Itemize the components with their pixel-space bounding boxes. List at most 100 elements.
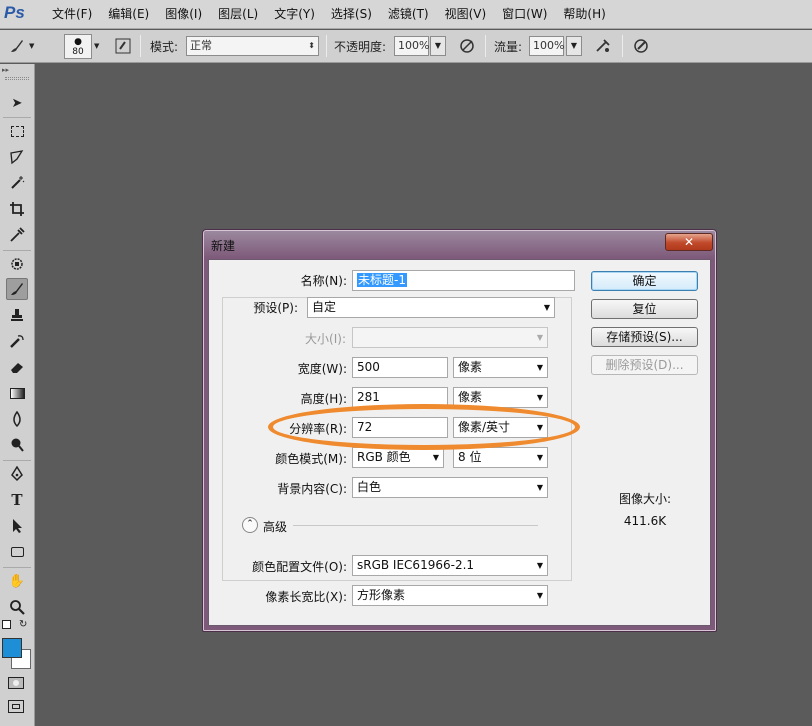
airbrush-icon[interactable]: [594, 37, 612, 55]
color-mode-select[interactable]: RGB 颜色 ▼: [352, 447, 444, 468]
pen-tool-icon[interactable]: [6, 463, 28, 485]
height-label: 高度(H):: [300, 392, 347, 406]
collapse-arrows-icon[interactable]: ▸▸: [2, 66, 9, 74]
width-unit-value: 像素: [458, 360, 483, 374]
color-mode-value: RGB 颜色: [357, 450, 411, 464]
path-selection-tool-icon[interactable]: [6, 515, 28, 537]
ok-button[interactable]: 确定: [591, 271, 698, 291]
dropdown-arrow-icon: ▼: [536, 591, 543, 600]
separator: [3, 567, 31, 568]
lasso-tool-icon[interactable]: [6, 146, 28, 168]
image-size-label: 图像大小:: [618, 492, 672, 506]
toolbox: ▸▸ ➤ T ✋ ↻: [0, 64, 35, 726]
flow-label: 流量:: [494, 40, 523, 54]
grip-icon[interactable]: [5, 77, 29, 80]
menu-item[interactable]: 文字(Y): [266, 0, 323, 29]
width-unit-select[interactable]: 像素 ▼: [453, 357, 548, 378]
history-brush-tool-icon[interactable]: [6, 330, 28, 352]
screen-mode-icon[interactable]: [8, 700, 24, 713]
brush-tool-icon[interactable]: [8, 37, 26, 55]
dropdown-arrow-icon: ▼: [536, 561, 543, 570]
preset-select[interactable]: 自定 ▼: [307, 297, 555, 318]
tool-preset-arrow[interactable]: ▼: [29, 42, 34, 50]
bit-depth-value: 8 位: [458, 450, 482, 464]
separator: [326, 35, 327, 57]
bit-depth-select[interactable]: 8 位 ▼: [453, 447, 548, 468]
spot-healing-tool-icon[interactable]: [6, 253, 28, 275]
separator: [3, 460, 31, 461]
menu-item[interactable]: 图层(L): [210, 0, 266, 29]
foreground-color-swatch[interactable]: [2, 638, 22, 658]
updown-arrows-icon: ⬍: [308, 41, 315, 50]
pixel-aspect-select[interactable]: 方形像素 ▼: [352, 585, 548, 606]
reset-button[interactable]: 复位: [591, 299, 698, 319]
color-profile-select[interactable]: sRGB IEC61966-2.1 ▼: [352, 555, 548, 576]
opacity-dropdown-button[interactable]: ▼: [430, 36, 446, 56]
name-input[interactable]: 未标题-1: [352, 270, 575, 291]
name-value: 未标题-1: [357, 273, 407, 287]
gradient-tool-icon[interactable]: [6, 382, 28, 404]
default-colors-icon[interactable]: [2, 620, 11, 629]
save-preset-button[interactable]: 存储预设(S)...: [591, 327, 698, 347]
zoom-tool-icon[interactable]: [6, 596, 28, 618]
size-select: ▼: [352, 327, 548, 348]
eraser-tool-icon[interactable]: [6, 356, 28, 378]
menu-item[interactable]: 文件(F): [44, 0, 100, 29]
type-tool-icon[interactable]: T: [6, 489, 28, 511]
dialog-title: 新建: [211, 239, 236, 253]
size-label: 大小(I):: [305, 332, 346, 346]
menu-bar: Ps 文件(F) 编辑(E) 图像(I) 图层(L) 文字(Y) 选择(S) 滤镜(T) 视图…: [0, 0, 812, 29]
dropdown-arrow-icon: ▼: [536, 483, 543, 492]
brush-panel-icon[interactable]: [114, 37, 132, 55]
color-profile-value: sRGB IEC61966-2.1: [357, 558, 475, 572]
blur-tool-icon[interactable]: [6, 408, 28, 430]
brush-size-arrow[interactable]: ▼: [94, 42, 99, 50]
marquee-tool-icon[interactable]: [6, 120, 28, 142]
hand-tool-icon[interactable]: ✋: [6, 570, 28, 592]
mode-select[interactable]: 正常 ⬍: [186, 36, 319, 56]
rectangle-tool-icon[interactable]: [6, 541, 28, 563]
mode-label: 模式:: [150, 40, 179, 54]
dodge-tool-icon[interactable]: [6, 434, 28, 456]
advanced-toggle-icon[interactable]: ⌃: [242, 517, 258, 533]
photoshop-logo: Ps: [4, 3, 25, 22]
menu-item[interactable]: 选择(S): [323, 0, 380, 29]
brush-tool-icon[interactable]: [6, 278, 28, 300]
separator: [485, 35, 486, 57]
menu-item[interactable]: 窗口(W): [494, 0, 555, 29]
mode-value: 正常: [190, 39, 212, 52]
menu-item[interactable]: 编辑(E): [100, 0, 157, 29]
preset-value: 自定: [312, 300, 337, 314]
menu-item[interactable]: 视图(V): [437, 0, 495, 29]
menu-item[interactable]: 帮助(H): [555, 0, 613, 29]
swap-colors-icon[interactable]: ↻: [19, 619, 27, 630]
pressure-size-icon[interactable]: [632, 37, 650, 55]
crop-tool-icon[interactable]: [6, 198, 28, 220]
brush-preset-picker[interactable]: ● 80: [64, 34, 92, 59]
background-label: 背景内容(C):: [277, 482, 347, 496]
opacity-label: 不透明度:: [334, 40, 387, 54]
opacity-input[interactable]: 100%: [394, 36, 429, 56]
quick-mask-icon[interactable]: [8, 677, 24, 689]
eyedropper-tool-icon[interactable]: [6, 224, 28, 246]
color-profile-label: 颜色配置文件(O):: [252, 560, 347, 574]
magic-wand-tool-icon[interactable]: [6, 172, 28, 194]
pixel-aspect-value: 方形像素: [357, 588, 406, 602]
advanced-label: 高级: [263, 520, 288, 534]
background-select[interactable]: 白色 ▼: [352, 477, 548, 498]
flow-input[interactable]: 100%: [529, 36, 564, 56]
clone-stamp-tool-icon[interactable]: [6, 304, 28, 326]
brush-dot-icon: ●: [74, 37, 82, 47]
move-tool-icon[interactable]: ➤: [6, 92, 28, 114]
dropdown-arrow-icon: ▼: [536, 453, 543, 462]
pressure-opacity-icon[interactable]: [458, 37, 476, 55]
menu-item[interactable]: 滤镜(T): [380, 0, 437, 29]
annotation-ellipse: [268, 404, 580, 450]
dropdown-arrow-icon: ▼: [432, 453, 439, 462]
options-bar: ▼ ● 80 ▼ 模式: 正常 ⬍ 不透明度: 100% ▼ 流量: 100% …: [0, 30, 812, 63]
menu-item[interactable]: 图像(I): [157, 0, 210, 29]
separator: [3, 117, 31, 118]
close-button[interactable]: ✕: [665, 233, 713, 251]
flow-dropdown-button[interactable]: ▼: [566, 36, 582, 56]
width-input[interactable]: 500: [352, 357, 448, 378]
